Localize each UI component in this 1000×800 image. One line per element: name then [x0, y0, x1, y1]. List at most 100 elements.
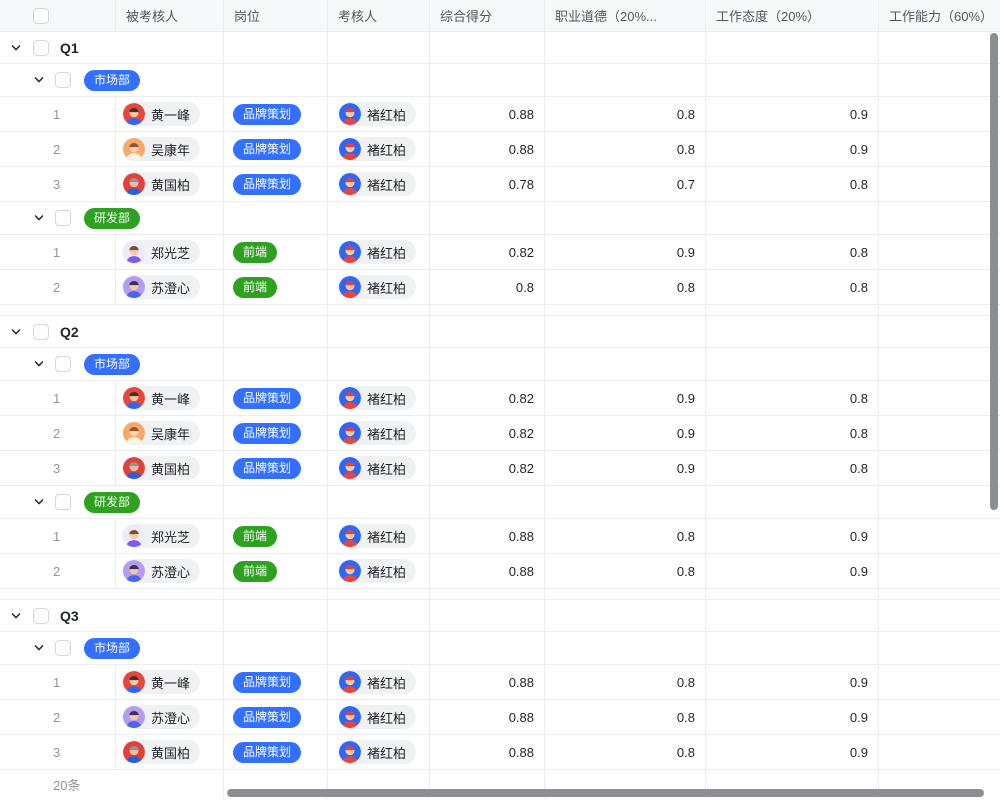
score-cell-attitude[interactable]: 0.8: [706, 270, 879, 304]
subgroup-checkbox[interactable]: [55, 494, 71, 510]
assessee-cell[interactable]: 苏澄心: [116, 554, 224, 588]
score-cell-ability[interactable]: [879, 519, 1000, 553]
header-cell[interactable]: 工作态度（20%）: [706, 0, 879, 31]
group-expand-chevron-icon[interactable]: [10, 326, 22, 338]
position-cell[interactable]: 品牌策划: [224, 97, 328, 131]
assessor-cell[interactable]: 褚红柏: [328, 167, 430, 201]
vertical-scrollbar[interactable]: [990, 33, 998, 510]
score-cell-attitude[interactable]: 0.9: [706, 700, 879, 734]
score-cell-ability[interactable]: [879, 554, 1000, 588]
score-cell-attitude[interactable]: 0.8: [706, 416, 879, 450]
score-cell-ethics[interactable]: 0.9: [545, 416, 706, 450]
position-cell[interactable]: 品牌策划: [224, 416, 328, 450]
score-cell-attitude[interactable]: 0.9: [706, 665, 879, 699]
score-cell-ability[interactable]: [879, 381, 1000, 415]
assessee-cell[interactable]: 郑光芝: [116, 519, 224, 553]
score-cell-overall[interactable]: 0.88: [430, 519, 545, 553]
assessor-cell[interactable]: 褚红柏: [328, 451, 430, 485]
score-cell-overall[interactable]: 0.82: [430, 416, 545, 450]
score-cell-overall[interactable]: 0.88: [430, 132, 545, 166]
assessor-cell[interactable]: 褚红柏: [328, 132, 430, 166]
subgroup-expand-chevron-icon[interactable]: [33, 496, 45, 508]
score-cell-ethics[interactable]: 0.9: [545, 451, 706, 485]
assessor-cell[interactable]: 褚红柏: [328, 270, 430, 304]
subgroup-checkbox[interactable]: [55, 356, 71, 372]
select-all-checkbox[interactable]: [33, 8, 49, 24]
score-cell-overall[interactable]: 0.78: [430, 167, 545, 201]
header-cell[interactable]: 被考核人: [116, 0, 224, 31]
score-cell-overall[interactable]: 0.82: [430, 235, 545, 269]
subgroup-expand-chevron-icon[interactable]: [33, 358, 45, 370]
score-cell-ethics[interactable]: 0.8: [545, 132, 706, 166]
row-index[interactable]: 1: [0, 665, 116, 699]
score-cell-overall[interactable]: 0.88: [430, 700, 545, 734]
score-cell-overall[interactable]: 0.8: [430, 270, 545, 304]
score-cell-overall[interactable]: 0.88: [430, 554, 545, 588]
score-cell-attitude[interactable]: 0.9: [706, 519, 879, 553]
score-cell-ethics[interactable]: 0.9: [545, 235, 706, 269]
position-cell[interactable]: 前端: [224, 235, 328, 269]
row-index[interactable]: 3: [0, 451, 116, 485]
score-cell-attitude[interactable]: 0.9: [706, 97, 879, 131]
score-cell-ability[interactable]: [879, 700, 1000, 734]
score-cell-attitude[interactable]: 0.8: [706, 167, 879, 201]
score-cell-ethics[interactable]: 0.8: [545, 700, 706, 734]
score-cell-attitude[interactable]: 0.8: [706, 451, 879, 485]
position-cell[interactable]: 前端: [224, 270, 328, 304]
assessor-cell[interactable]: 褚红柏: [328, 665, 430, 699]
row-index[interactable]: 2: [0, 132, 116, 166]
score-cell-ability[interactable]: [879, 735, 1000, 769]
score-cell-ability[interactable]: [879, 132, 1000, 166]
group-checkbox[interactable]: [33, 324, 49, 340]
assessor-cell[interactable]: 褚红柏: [328, 700, 430, 734]
score-cell-ability[interactable]: [879, 97, 1000, 131]
score-cell-ethics[interactable]: 0.9: [545, 381, 706, 415]
row-index[interactable]: 3: [0, 167, 116, 201]
score-cell-ethics[interactable]: 0.8: [545, 735, 706, 769]
score-cell-ethics[interactable]: 0.8: [545, 554, 706, 588]
score-cell-ethics[interactable]: 0.8: [545, 97, 706, 131]
row-index[interactable]: 1: [0, 235, 116, 269]
group-checkbox[interactable]: [33, 40, 49, 56]
position-cell[interactable]: 品牌策划: [224, 167, 328, 201]
assessor-cell[interactable]: 褚红柏: [328, 519, 430, 553]
header-cell[interactable]: 岗位: [224, 0, 328, 31]
subgroup-checkbox[interactable]: [55, 72, 71, 88]
subgroup-checkbox[interactable]: [55, 640, 71, 656]
assessee-cell[interactable]: 黄一峰: [116, 381, 224, 415]
header-cell[interactable]: 职业道德（20%...: [545, 0, 706, 31]
assessor-cell[interactable]: 褚红柏: [328, 97, 430, 131]
assessee-cell[interactable]: 黄一峰: [116, 97, 224, 131]
subgroup-expand-chevron-icon[interactable]: [33, 212, 45, 224]
subgroup-expand-chevron-icon[interactable]: [33, 74, 45, 86]
assessee-cell[interactable]: 黄一峰: [116, 665, 224, 699]
group-expand-chevron-icon[interactable]: [10, 610, 22, 622]
position-cell[interactable]: 前端: [224, 554, 328, 588]
score-cell-attitude[interactable]: 0.8: [706, 235, 879, 269]
assessor-cell[interactable]: 褚红柏: [328, 735, 430, 769]
assessee-cell[interactable]: 黄国柏: [116, 167, 224, 201]
assessor-cell[interactable]: 褚红柏: [328, 381, 430, 415]
row-index[interactable]: 2: [0, 700, 116, 734]
assessee-cell[interactable]: 吴康年: [116, 416, 224, 450]
group-expand-chevron-icon[interactable]: [10, 42, 22, 54]
position-cell[interactable]: 品牌策划: [224, 381, 328, 415]
header-cell[interactable]: 综合得分: [430, 0, 545, 31]
horizontal-scrollbar[interactable]: [227, 789, 984, 797]
score-cell-overall[interactable]: 0.88: [430, 97, 545, 131]
header-cell[interactable]: 考核人: [328, 0, 430, 31]
score-cell-overall[interactable]: 0.82: [430, 381, 545, 415]
position-cell[interactable]: 前端: [224, 519, 328, 553]
row-index[interactable]: 3: [0, 735, 116, 769]
assessor-cell[interactable]: 褚红柏: [328, 235, 430, 269]
row-index[interactable]: 1: [0, 519, 116, 553]
score-cell-overall[interactable]: 0.82: [430, 451, 545, 485]
position-cell[interactable]: 品牌策划: [224, 665, 328, 699]
subgroup-checkbox[interactable]: [55, 210, 71, 226]
group-checkbox[interactable]: [33, 608, 49, 624]
row-index[interactable]: 2: [0, 554, 116, 588]
score-cell-ability[interactable]: [879, 167, 1000, 201]
position-cell[interactable]: 品牌策划: [224, 735, 328, 769]
score-cell-ability[interactable]: [879, 235, 1000, 269]
assessee-cell[interactable]: 郑光芝: [116, 235, 224, 269]
